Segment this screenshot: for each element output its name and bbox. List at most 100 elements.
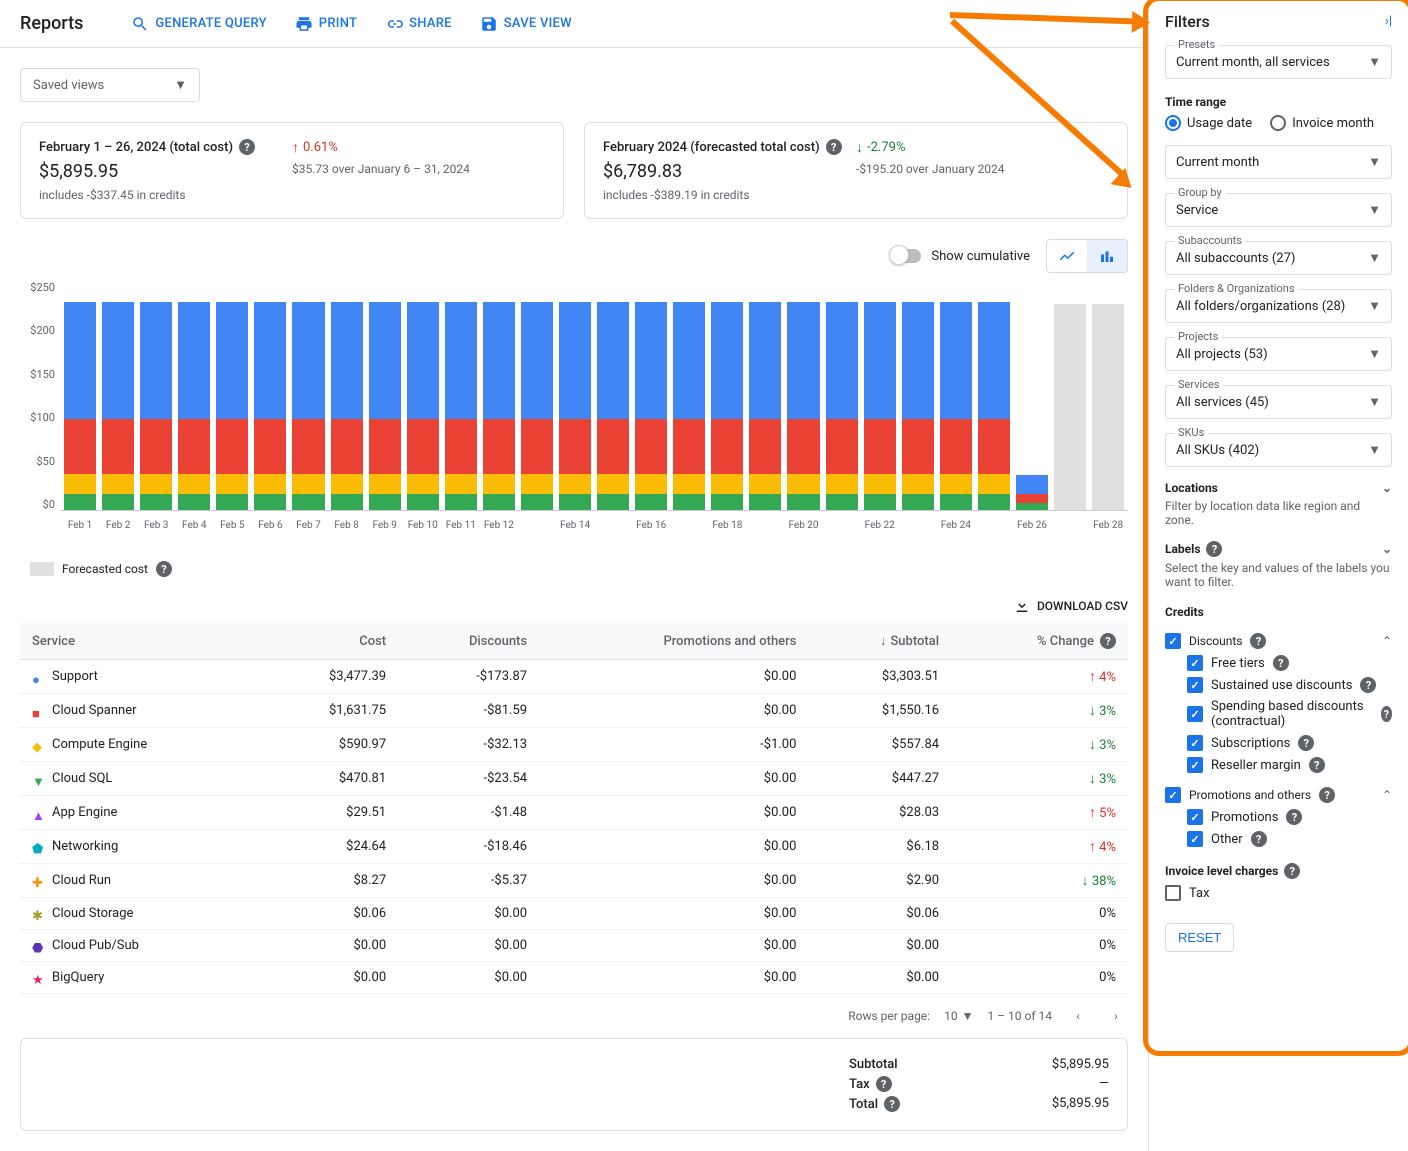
- table-row[interactable]: ✱Cloud Storage$0.06$0.00$0.00$0.060%: [20, 898, 1128, 930]
- invoice-month-radio[interactable]: Invoice month: [1270, 115, 1374, 131]
- next-page-button[interactable]: ›: [1104, 1004, 1128, 1028]
- help-icon[interactable]: ?: [884, 1096, 900, 1112]
- chart-bar: [635, 281, 667, 510]
- projects-select[interactable]: Projects All projects (53)▼: [1165, 337, 1392, 371]
- table-row[interactable]: ▲App Engine$29.51-$1.48$0.00$28.03↑ 5%: [20, 796, 1128, 830]
- chart-bar: [978, 281, 1010, 510]
- col-subtotal[interactable]: ↓Subtotal: [808, 623, 951, 660]
- locations-accordion[interactable]: Locations⌄: [1165, 481, 1392, 495]
- table-row[interactable]: ⬟Networking$24.64-$18.46$0.00$6.18↑ 4%: [20, 830, 1128, 864]
- table-pager: Rows per page: 10▼ 1 – 10 of 14 ‹ ›: [20, 994, 1128, 1038]
- chevron-down-icon: ▼: [174, 77, 187, 93]
- col-cost[interactable]: Cost: [259, 623, 398, 660]
- table-row[interactable]: ✚Cloud Run$8.27-$5.37$0.00$2.90↓ 38%: [20, 864, 1128, 898]
- share-icon: [385, 15, 403, 33]
- credit-checkbox[interactable]: Reseller margin?: [1187, 757, 1392, 773]
- services-select[interactable]: Services All services (45)▼: [1165, 385, 1392, 419]
- save-view-button[interactable]: SAVE VIEW: [480, 15, 572, 33]
- subaccounts-select[interactable]: Subaccounts All subaccounts (27)▼: [1165, 241, 1392, 275]
- labels-accordion[interactable]: Labels?⌄: [1165, 541, 1392, 557]
- reset-button[interactable]: RESET: [1165, 923, 1234, 952]
- print-button[interactable]: PRINT: [295, 15, 357, 33]
- table-row[interactable]: ◆Compute Engine$590.97-$32.13-$1.00$557.…: [20, 728, 1128, 762]
- collapse-filters-button[interactable]: ›|: [1385, 14, 1392, 29]
- chart-bar: [673, 281, 705, 510]
- share-button[interactable]: SHARE: [385, 15, 452, 33]
- totals-card: Subtotal$5,895.95 Tax?— Total?$5,895.95: [20, 1038, 1128, 1131]
- cost-table: Service Cost Discounts Promotions and ot…: [20, 623, 1128, 994]
- chart-bar: [559, 281, 591, 510]
- chevron-down-icon: ▼: [1368, 346, 1381, 362]
- generate-query-button[interactable]: GENERATE QUERY: [131, 15, 266, 33]
- table-row[interactable]: ▼Cloud SQL$470.81-$23.54$0.00$447.27↓ 3%: [20, 762, 1128, 796]
- chevron-down-icon: ▼: [1368, 54, 1381, 70]
- filters-panel: Filters ›| Presets Current month, all se…: [1148, 0, 1408, 1151]
- chart-bar: [445, 281, 477, 510]
- time-range-select[interactable]: Current month▼: [1165, 145, 1392, 179]
- table-row[interactable]: ●Support$3,477.39-$173.87$0.00$3,303.51↑…: [20, 660, 1128, 694]
- prev-page-button[interactable]: ‹: [1066, 1004, 1090, 1028]
- col-promo[interactable]: Promotions and others: [539, 623, 808, 660]
- col-change[interactable]: % Change?: [951, 623, 1128, 660]
- usage-date-radio[interactable]: Usage date: [1165, 115, 1252, 131]
- skus-select[interactable]: SKUs All SKUs (402)▼: [1165, 433, 1392, 467]
- table-row[interactable]: ★BigQuery$0.00$0.00$0.00$0.000%: [20, 962, 1128, 994]
- promotions-accordion[interactable]: Promotions and others? ⌃: [1165, 787, 1392, 803]
- table-row[interactable]: ⬣Cloud Pub/Sub$0.00$0.00$0.00$0.000%: [20, 930, 1128, 962]
- rows-per-page-select[interactable]: 10▼: [944, 1009, 973, 1023]
- chart-bar: [1016, 281, 1048, 510]
- credit-checkbox[interactable]: Other?: [1187, 831, 1392, 847]
- col-discounts[interactable]: Discounts: [398, 623, 539, 660]
- pager-range: 1 – 10 of 14: [987, 1009, 1052, 1023]
- forecast-swatch: [30, 562, 54, 576]
- chart-bar: [1054, 281, 1086, 510]
- credit-checkbox[interactable]: Sustained use discounts?: [1187, 677, 1392, 693]
- help-icon: ?: [1251, 831, 1267, 847]
- help-icon: ?: [1206, 541, 1222, 557]
- download-csv-button[interactable]: DOWNLOAD CSV: [20, 597, 1128, 615]
- credit-checkbox[interactable]: Free tiers?: [1187, 655, 1392, 671]
- chart-bar: [64, 281, 96, 510]
- bar-chart-button[interactable]: [1087, 240, 1127, 272]
- chevron-down-icon: ▼: [1368, 442, 1381, 458]
- help-icon[interactable]: ?: [156, 561, 172, 577]
- chart-bar: [1092, 281, 1124, 510]
- help-icon: ?: [1298, 735, 1314, 751]
- chart-bar: [254, 281, 286, 510]
- discounts-accordion[interactable]: Discounts? ⌃: [1165, 633, 1392, 649]
- folders-select[interactable]: Folders & Organizations All folders/orga…: [1165, 289, 1392, 323]
- page-header: Reports GENERATE QUERY PRINT SHARE SAVE …: [0, 0, 1148, 48]
- group-by-select[interactable]: Group by Service▼: [1165, 193, 1392, 227]
- table-row[interactable]: ■Cloud Spanner$1,631.75-$81.59$0.00$1,55…: [20, 694, 1128, 728]
- forecast-amount: $6,789.83: [603, 161, 856, 182]
- saved-views-select[interactable]: Saved views ▼: [20, 68, 200, 102]
- discounts-checkbox: [1165, 633, 1181, 649]
- help-icon: ?: [1273, 655, 1289, 671]
- line-chart-button[interactable]: [1047, 240, 1087, 272]
- actual-delta: ↑0.61%: [292, 139, 545, 156]
- cumulative-toggle[interactable]: Show cumulative: [893, 249, 1030, 264]
- help-icon: ?: [1360, 677, 1376, 693]
- credit-checkbox[interactable]: Spending based discounts (contractual)?: [1187, 699, 1392, 729]
- chart-bar: [597, 281, 629, 510]
- credit-checkbox[interactable]: Subscriptions?: [1187, 735, 1392, 751]
- credit-checkbox[interactable]: Promotions?: [1187, 809, 1392, 825]
- presets-select[interactable]: Presets Current month, all services▼: [1165, 45, 1392, 79]
- actual-cost-card: February 1 – 26, 2024 (total cost)? $5,8…: [20, 122, 564, 219]
- chart-y-axis: $250$200$150$100$50$0: [20, 281, 55, 511]
- chart-bar: [331, 281, 363, 510]
- col-service[interactable]: Service: [20, 623, 259, 660]
- chevron-down-icon: ▼: [1368, 250, 1381, 266]
- toggle-icon: [893, 249, 921, 263]
- invoice-tax-checkbox[interactable]: Tax: [1165, 885, 1392, 901]
- help-icon: ?: [1286, 809, 1302, 825]
- help-icon[interactable]: ?: [826, 139, 842, 155]
- help-icon[interactable]: ?: [876, 1076, 892, 1092]
- print-icon: [295, 15, 313, 33]
- query-icon: [131, 15, 149, 33]
- chart-bar: [216, 281, 248, 510]
- chevron-down-icon: ▼: [1368, 154, 1381, 170]
- help-icon: ?: [1381, 706, 1392, 722]
- help-icon[interactable]: ?: [1284, 863, 1300, 879]
- help-icon[interactable]: ?: [239, 139, 255, 155]
